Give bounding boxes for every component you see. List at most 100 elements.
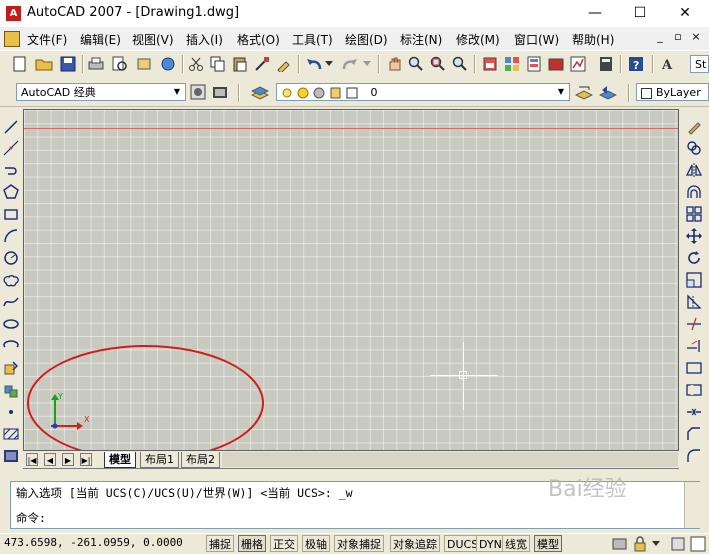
fillet-icon[interactable] <box>684 447 704 465</box>
print-preview-icon[interactable] <box>110 54 130 74</box>
close-button[interactable]: ✕ <box>662 0 708 27</box>
mdi-restore-button[interactable]: ▫ <box>670 30 686 43</box>
insert-block-icon[interactable] <box>2 359 20 377</box>
break-icon[interactable] <box>684 381 704 399</box>
match-properties-icon[interactable] <box>252 54 272 74</box>
menu-help[interactable]: 帮助(H) <box>572 31 614 48</box>
array-icon[interactable] <box>684 205 704 223</box>
offset-icon[interactable] <box>684 183 704 201</box>
circle-icon[interactable] <box>2 249 20 267</box>
help-icon[interactable]: ? <box>626 54 646 74</box>
zoom-previous-icon[interactable] <box>450 54 470 74</box>
ortho-toggle[interactable]: 正交 <box>270 535 298 552</box>
color-control-dropdown[interactable]: ByLayer <box>636 83 709 101</box>
design-center-icon[interactable] <box>502 54 522 74</box>
undo-dropdown-icon[interactable] <box>324 54 334 74</box>
gradient-icon[interactable] <box>2 447 20 465</box>
redo-icon[interactable] <box>340 54 360 74</box>
polygon-icon[interactable] <box>2 183 20 201</box>
save-icon[interactable] <box>58 54 78 74</box>
copy-object-icon[interactable] <box>684 139 704 157</box>
menu-dimension[interactable]: 标注(N) <box>400 31 442 48</box>
mdi-close-button[interactable]: × <box>688 30 704 43</box>
model-space-toggle[interactable]: 模型 <box>534 535 562 552</box>
menu-format[interactable]: 格式(O) <box>237 31 280 48</box>
chamfer-icon[interactable] <box>684 425 704 443</box>
quickcalc-icon[interactable] <box>596 54 616 74</box>
tray-settings-icon[interactable] <box>668 534 688 554</box>
clean-screen-icon[interactable] <box>688 534 708 554</box>
hatch-icon[interactable] <box>2 425 20 443</box>
minimize-button[interactable]: — <box>572 0 618 27</box>
polar-toggle[interactable]: 极轴 <box>302 535 330 552</box>
communication-center-icon[interactable] <box>610 534 630 554</box>
cut-icon[interactable] <box>186 54 206 74</box>
coordinate-readout[interactable]: 473.6598, -261.0959, 0.0000 <box>4 536 183 549</box>
first-tab-button[interactable]: |◀ <box>26 453 38 466</box>
command-prompt[interactable]: 命令: <box>16 510 46 526</box>
snap-toggle[interactable]: 捕捉 <box>206 535 234 552</box>
join-icon[interactable] <box>684 403 704 421</box>
workspace-settings-icon[interactable] <box>188 82 208 102</box>
markup-set-manager-icon[interactable] <box>568 54 588 74</box>
zoom-window-icon[interactable] <box>428 54 448 74</box>
rotate-icon[interactable] <box>684 249 704 267</box>
menu-modify[interactable]: 修改(M) <box>456 31 500 48</box>
arc-icon[interactable] <box>2 227 20 245</box>
zoom-realtime-icon[interactable] <box>406 54 426 74</box>
grid-toggle[interactable]: 栅格 <box>238 535 266 552</box>
tool-palettes-icon[interactable] <box>524 54 544 74</box>
move-icon[interactable] <box>684 227 704 245</box>
make-block-icon[interactable] <box>2 381 20 399</box>
menu-view[interactable]: 视图(V) <box>132 31 174 48</box>
lock-icon[interactable] <box>630 534 650 554</box>
lineweight-toggle[interactable]: 线宽 <box>502 535 530 552</box>
status-menu-chevron-icon[interactable] <box>650 534 662 554</box>
horizontal-scrollbar[interactable] <box>222 452 678 467</box>
scale-icon[interactable] <box>684 271 704 289</box>
erase-icon[interactable] <box>684 118 704 136</box>
tab-model[interactable]: 模型 <box>104 452 136 468</box>
my-workspace-icon[interactable] <box>210 82 230 102</box>
spline-icon[interactable] <box>2 293 20 311</box>
publish-icon[interactable] <box>134 54 154 74</box>
command-scrollbar[interactable] <box>684 482 700 528</box>
menu-insert[interactable]: 插入(I) <box>186 31 223 48</box>
pan-realtime-icon[interactable] <box>384 54 404 74</box>
mdi-minimize-button[interactable]: _ <box>652 30 668 43</box>
dyn-toggle[interactable]: DYN <box>476 535 505 552</box>
workspace-dropdown[interactable]: AutoCAD 经典 ▼ <box>16 83 186 101</box>
copy-icon[interactable] <box>208 54 228 74</box>
text-style-combo[interactable]: St <box>690 55 709 73</box>
stretch-icon[interactable] <box>684 293 704 311</box>
rectangle-icon[interactable] <box>2 205 20 223</box>
previous-tab-button[interactable]: ◀ <box>44 453 56 466</box>
next-tab-button[interactable]: ▶ <box>62 453 74 466</box>
polyline-icon[interactable] <box>2 161 20 179</box>
etransmit-icon[interactable] <box>158 54 178 74</box>
autocad-app-icon[interactable]: A <box>6 6 21 21</box>
open-folder-icon[interactable] <box>34 54 54 74</box>
tab-layout2[interactable]: 布局2 <box>181 452 220 468</box>
ellipse-arc-icon[interactable] <box>2 337 20 355</box>
maximize-button[interactable]: ☐ <box>617 0 663 27</box>
last-tab-button[interactable]: ▶| <box>80 453 92 466</box>
menu-edit[interactable]: 编辑(E) <box>80 31 121 48</box>
redo-dropdown-icon[interactable] <box>362 54 372 74</box>
ellipse-icon[interactable] <box>2 315 20 333</box>
print-icon[interactable] <box>86 54 106 74</box>
paste-icon[interactable] <box>230 54 250 74</box>
mirror-icon[interactable] <box>684 161 704 179</box>
osnap-toggle[interactable]: 对象捕捉 <box>334 535 384 552</box>
trim-icon[interactable] <box>684 315 704 333</box>
drawing-canvas[interactable]: Y X <box>23 109 679 451</box>
document-icon[interactable] <box>4 31 20 47</box>
menu-window[interactable]: 窗口(W) <box>514 31 559 48</box>
make-object-layer-current-icon[interactable] <box>574 82 594 102</box>
line-icon[interactable] <box>2 118 20 136</box>
new-file-icon[interactable] <box>10 54 30 74</box>
menu-file[interactable]: 文件(F) <box>27 31 67 48</box>
break-at-point-icon[interactable] <box>684 359 704 377</box>
sheet-set-manager-icon[interactable] <box>546 54 566 74</box>
layer-properties-manager-icon[interactable] <box>250 82 270 102</box>
